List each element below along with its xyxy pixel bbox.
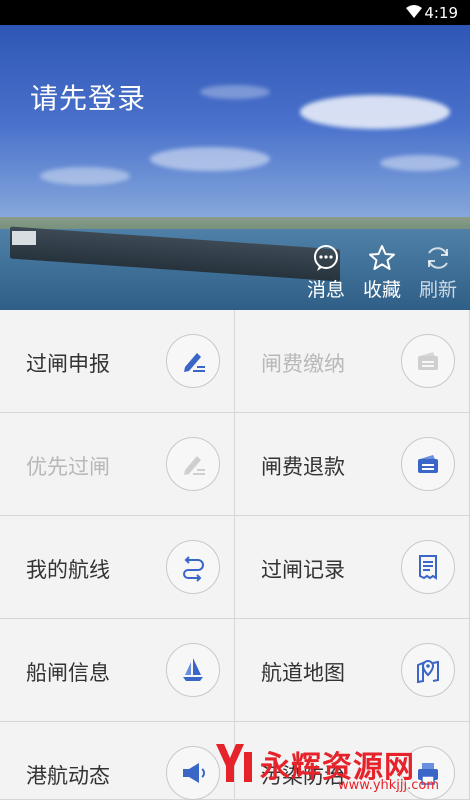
status-time: 4:19 bbox=[424, 4, 458, 22]
menu-item-label: 优先过闸 bbox=[26, 455, 110, 479]
header-actions: 消息 收藏 刷新 bbox=[304, 243, 460, 302]
edit-pen-icon bbox=[166, 334, 220, 388]
menu-item-label: 过闸记录 bbox=[261, 558, 345, 582]
menu-item-port-news[interactable]: 港航动态 bbox=[0, 722, 235, 800]
function-grid: 过闸申报 闸费缴纳 优先过闸 闸费退款 我的航线 过闸记录 船闸信息 航道地图 … bbox=[0, 310, 470, 800]
status-bar: 4:19 bbox=[0, 0, 470, 25]
menu-item-label: 过闸申报 bbox=[26, 352, 110, 376]
menu-item-fee-payment[interactable]: 闸费缴纳 bbox=[235, 310, 470, 413]
menu-item-waterway-map[interactable]: 航道地图 bbox=[235, 619, 470, 722]
menu-item-label: 航道地图 bbox=[261, 661, 345, 685]
menu-item-label: 我的航线 bbox=[26, 558, 110, 582]
refresh-label: 刷新 bbox=[418, 279, 457, 301]
cloud bbox=[150, 147, 270, 171]
barge-cabin bbox=[12, 231, 36, 245]
receipt-icon bbox=[401, 540, 455, 594]
messages-label: 消息 bbox=[306, 279, 345, 301]
refresh-button[interactable]: 刷新 bbox=[416, 243, 460, 302]
messages-button[interactable]: 消息 bbox=[304, 243, 348, 302]
watermark: 永辉资源网 www.yhkjjj.com bbox=[208, 738, 458, 794]
menu-item-label: 闸费退款 bbox=[261, 455, 345, 479]
menu-item-passage-records[interactable]: 过闸记录 bbox=[235, 516, 470, 619]
header-banner: 请先登录 消息 收藏 刷新 bbox=[0, 25, 470, 310]
cloud bbox=[380, 155, 460, 171]
favorites-button[interactable]: 收藏 bbox=[360, 243, 404, 302]
menu-item-label: 船闸信息 bbox=[26, 661, 110, 685]
sailboat-icon bbox=[166, 643, 220, 697]
menu-item-fee-refund[interactable]: 闸费退款 bbox=[235, 413, 470, 516]
menu-item-label: 港航动态 bbox=[26, 764, 110, 788]
cloud bbox=[40, 167, 130, 185]
cloud bbox=[300, 95, 450, 129]
watermark-url: www.yhkjjj.com bbox=[338, 778, 440, 793]
star-icon bbox=[367, 243, 397, 273]
map-pin-icon bbox=[401, 643, 455, 697]
card-refund-icon bbox=[401, 437, 455, 491]
wifi-icon bbox=[406, 5, 422, 18]
menu-item-my-routes[interactable]: 我的航线 bbox=[0, 516, 235, 619]
watermark-logo bbox=[216, 744, 252, 782]
card-payment-icon bbox=[401, 334, 455, 388]
cloud bbox=[200, 85, 270, 99]
menu-item-label: 闸费缴纳 bbox=[261, 352, 345, 376]
edit-pen-icon bbox=[166, 437, 220, 491]
login-prompt[interactable]: 请先登录 bbox=[30, 77, 146, 117]
menu-item-lock-info[interactable]: 船闸信息 bbox=[0, 619, 235, 722]
menu-item-priority-passage[interactable]: 优先过闸 bbox=[0, 413, 235, 516]
chat-bubble-icon bbox=[311, 243, 341, 273]
route-arrows-icon bbox=[166, 540, 220, 594]
favorites-label: 收藏 bbox=[362, 279, 401, 301]
menu-item-lock-declaration[interactable]: 过闸申报 bbox=[0, 310, 235, 413]
refresh-icon bbox=[423, 243, 453, 273]
